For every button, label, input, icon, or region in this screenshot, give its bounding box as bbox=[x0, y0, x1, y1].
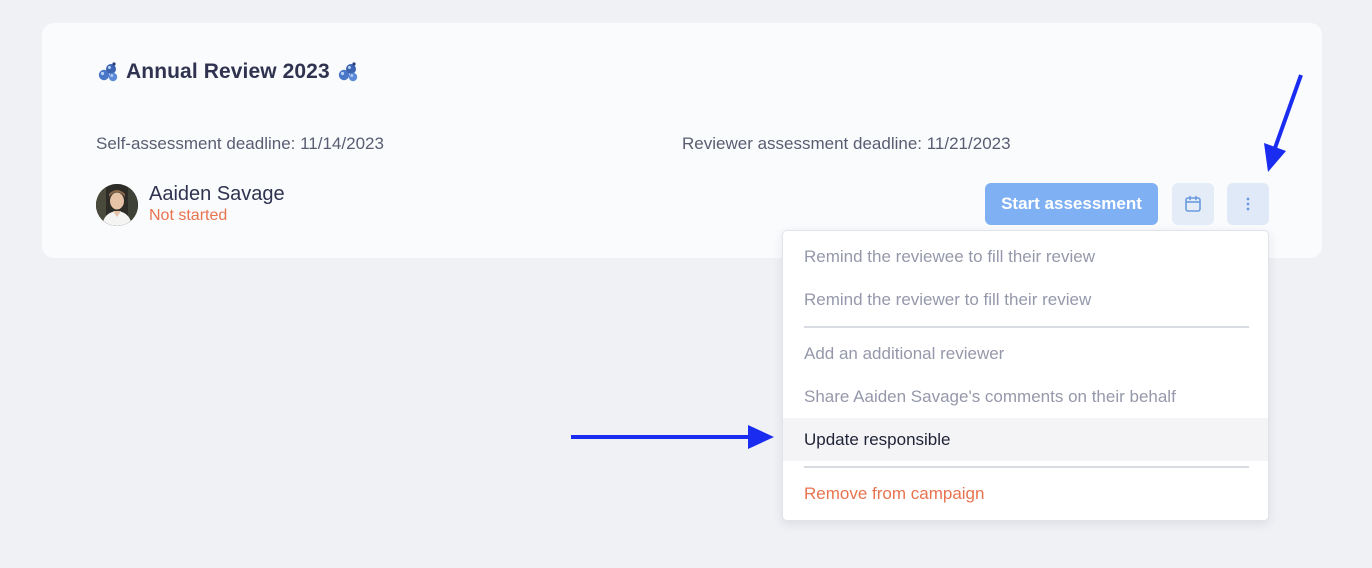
annotation-arrows bbox=[571, 74, 1303, 449]
arrow-to-more-button bbox=[1264, 74, 1303, 172]
arrow-to-update-responsible bbox=[571, 425, 774, 449]
